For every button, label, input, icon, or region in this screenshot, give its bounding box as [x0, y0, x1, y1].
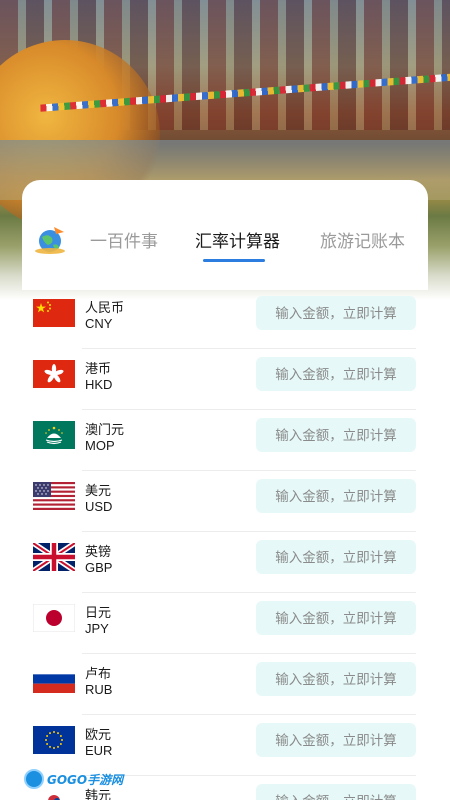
currency-row-gbp: 英镑 GBP [22, 532, 428, 593]
currency-row-rub: 卢布 RUB [22, 654, 428, 715]
watermark-logo-icon [24, 769, 44, 789]
currency-code: EUR [85, 743, 113, 758]
currency-row-cny: 人民币 CNY [22, 288, 428, 349]
currency-name: 日元 [85, 605, 112, 620]
amount-input-krw[interactable] [256, 784, 416, 800]
japan-flag-icon [33, 604, 75, 632]
currency-code: RUB [85, 682, 113, 697]
amount-input-rub[interactable] [256, 662, 416, 696]
amount-input-usd[interactable] [256, 479, 416, 513]
amount-input-mop[interactable] [256, 418, 416, 452]
eu-flag-icon [33, 726, 75, 754]
currency-list: 人民币 CNY 港币 HKD [22, 288, 428, 800]
watermark: GOGO手游网 [24, 768, 123, 790]
currency-name: 欧元 [85, 727, 112, 742]
active-tab-indicator [203, 259, 265, 262]
globe-travel-logo-icon [34, 223, 68, 257]
currency-name: 澳门元 [85, 422, 125, 437]
currency-row-jpy: 日元 JPY [22, 593, 428, 654]
russia-flag-icon [33, 665, 75, 693]
tab-travel-ledger[interactable]: 旅游记账本 [320, 227, 405, 252]
watermark-text: GOGO手游网 [47, 772, 124, 787]
tab-bar: 一百件事 汇率计算器 旅游记账本 [22, 205, 428, 265]
currency-code: JPY [85, 621, 109, 636]
currency-code: GBP [85, 560, 113, 575]
china-flag-icon [33, 299, 75, 327]
currency-name: 英镑 [85, 544, 112, 559]
macau-flag-icon [33, 421, 75, 449]
currency-code: USD [85, 499, 113, 514]
uk-flag-icon [33, 543, 75, 571]
currency-row-hkd: 港币 HKD [22, 349, 428, 410]
amount-input-gbp[interactable] [256, 540, 416, 574]
currency-row-eur: 欧元 EUR [22, 715, 428, 776]
tab-exchange-calculator[interactable]: 汇率计算器 [195, 227, 280, 252]
currency-name: 美元 [85, 483, 112, 498]
currency-code: CNY [85, 316, 113, 331]
currency-row-usd: 美元 USD [22, 471, 428, 532]
amount-input-jpy[interactable] [256, 601, 416, 635]
hong-kong-flag-icon [33, 360, 75, 388]
currency-code: MOP [85, 438, 115, 453]
tab-hundred-things[interactable]: 一百件事 [90, 227, 158, 252]
currency-name: 卢布 [85, 666, 112, 681]
currency-row-mop: 澳门元 MOP [22, 410, 428, 471]
currency-code: HKD [85, 377, 113, 392]
currency-name: 港币 [85, 361, 112, 376]
usa-flag-icon [33, 482, 75, 510]
amount-input-hkd[interactable] [256, 357, 416, 391]
currency-name: 人民币 [85, 300, 125, 315]
amount-input-cny[interactable] [256, 296, 416, 330]
amount-input-eur[interactable] [256, 723, 416, 757]
